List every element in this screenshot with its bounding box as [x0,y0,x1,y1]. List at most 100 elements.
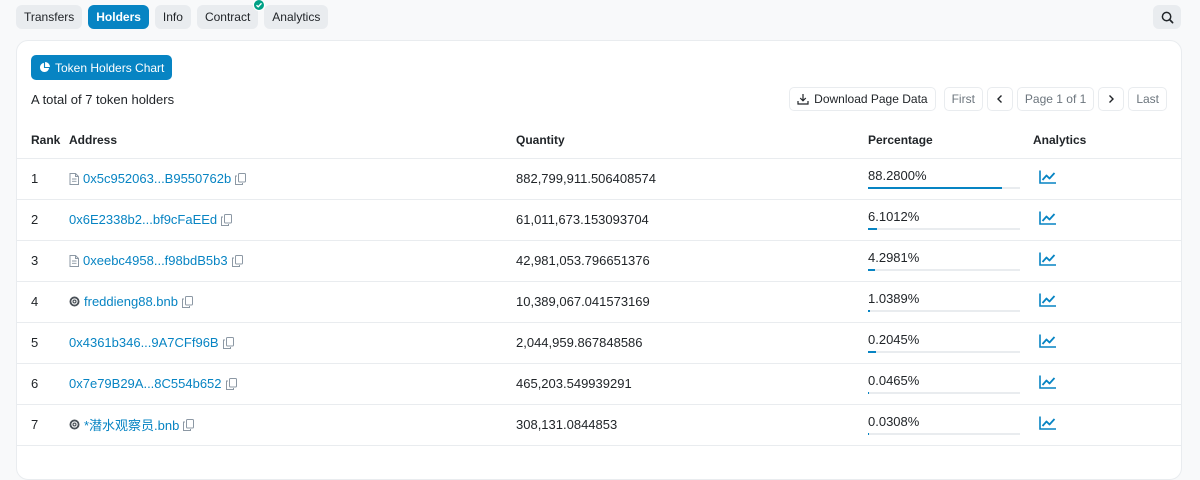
tab-bar: Transfers Holders Info Contract Analytic… [16,0,329,29]
percentage-bar [868,392,1020,394]
copy-icon[interactable] [235,172,247,185]
copy-icon[interactable] [181,295,193,308]
last-label: Last [1136,92,1159,106]
percentage-bar [868,269,1020,271]
total-holders-text: A total of 7 token holders [31,92,175,107]
tab-analytics[interactable]: Analytics [264,5,329,29]
address-cell: 0x7e79B29A...8C554b652 [69,363,516,405]
tab-contract[interactable]: Contract [196,0,266,29]
header-analytics: Analytics [1033,123,1181,159]
copy-icon[interactable] [222,336,234,349]
prev-page-button[interactable] [986,87,1013,111]
holders-table: Rank Address Quantity Percentage Analyti… [17,123,1181,446]
analytics-cell [1033,158,1181,200]
first-label: First [951,92,975,106]
quantity-cell: 882,799,911.506408574 [516,158,868,200]
download-label: Download Page Data [814,92,928,106]
analytics-cell [1033,404,1181,446]
analytics-cell [1033,281,1181,323]
holder-address-link[interactable]: 0xeebc4958...f98bdB5b3 [83,253,228,268]
percentage-bar-fill [868,187,1003,189]
analytics-cell [1033,199,1181,241]
header-rank: Rank [17,123,69,159]
line-chart-icon[interactable] [1039,293,1057,307]
percentage-text: 88.2800% [868,168,927,183]
tab-holders[interactable]: Holders [88,5,149,29]
percentage-text: 0.0308% [868,414,920,429]
table-row: 6 0x7e79B29A...8C554b652 465,203.549939291… [17,363,1181,405]
line-chart-icon[interactable] [1039,375,1057,389]
address-cell: *潜水观察员.bnb [69,404,516,446]
rank-cell: 1 [17,158,69,200]
tab-label: Contract [204,10,251,24]
copy-icon[interactable] [231,254,243,267]
analytics-cell [1033,363,1181,405]
rank-cell: 7 [17,404,69,446]
tab-label: Holders [96,10,141,24]
rank-cell: 2 [17,199,69,241]
analytics-cell [1033,240,1181,282]
line-chart-icon[interactable] [1039,416,1057,430]
table-row: 1 0x5c952063...B9550762b 882,799,911.50640… [17,158,1181,200]
percentage-cell: 88.2800% [868,158,1033,200]
address-cell: 0xeebc4958...f98bdB5b3 [69,240,516,282]
download-page-data-button[interactable]: Download Page Data [789,87,936,111]
quantity-cell: 42,981,053.796651376 [516,240,868,282]
bnb-domain-icon [69,296,80,307]
address-cell: freddieng88.bnb [69,281,516,323]
holder-address-link[interactable]: 0x5c952063...B9550762b [83,171,231,186]
analytics-cell [1033,322,1181,364]
address-cell: 0x6E2338b2...bf9cFaEEd [69,199,516,241]
percentage-bar [868,310,1020,312]
percentage-cell: 1.0389% [868,281,1033,323]
line-chart-icon[interactable] [1039,170,1057,184]
token-holders-chart-button[interactable]: Token Holders Chart [31,55,173,80]
pie-chart-icon [39,62,50,73]
holder-address-link[interactable]: 0x6E2338b2...bf9cFaEEd [69,212,217,227]
quantity-cell: 61,011,673.153093704 [516,199,868,241]
tab-label: Info [162,10,183,24]
copy-icon[interactable] [221,213,233,226]
header-percentage: Percentage [868,123,1033,159]
copy-icon[interactable] [225,377,237,390]
percentage-cell: 0.0308% [868,404,1033,446]
search-button[interactable] [1153,5,1181,29]
copy-icon[interactable] [183,418,195,431]
contract-icon [69,172,79,185]
percentage-cell: 4.2981% [868,240,1033,282]
page-indicator: Page 1 of 1 [1016,87,1095,111]
page-label: Page 1 of 1 [1024,92,1087,106]
percentage-cell: 0.0465% [868,363,1033,405]
percentage-cell: 0.2045% [868,322,1033,364]
tab-info[interactable]: Info [154,5,191,29]
last-page-button[interactable]: Last [1128,87,1167,111]
line-chart-icon[interactable] [1039,252,1057,266]
rank-cell: 4 [17,281,69,323]
first-page-button[interactable]: First [943,87,983,111]
percentage-bar-fill [868,433,869,435]
tab-label: Analytics [272,10,321,24]
next-page-button[interactable] [1098,87,1125,111]
percentage-bar [868,351,1020,353]
holder-address-link[interactable]: 0x4361b346...9A7CFf96B [69,335,219,350]
holder-address-link[interactable]: *潜水观察员.bnb [84,415,179,434]
line-chart-icon[interactable] [1039,211,1057,225]
chevron-right-icon [1109,95,1115,103]
table-row: 4 freddieng88.bnb 10,389,067.041573169 1.03… [17,281,1181,323]
percentage-bar-fill [868,310,870,312]
line-chart-icon[interactable] [1039,334,1057,348]
table-row: 3 0xeebc4958...f98bdB5b3 42,981,053.796651… [17,240,1181,282]
holder-address-link[interactable]: 0x7e79B29A...8C554b652 [69,376,222,391]
percentage-text: 0.0465% [868,373,920,388]
percentage-text: 1.0389% [868,291,920,306]
search-icon [1161,11,1173,23]
holder-address-link[interactable]: freddieng88.bnb [84,294,178,309]
quantity-cell: 2,044,959.867848586 [516,322,868,364]
percentage-text: 6.1012% [868,209,920,224]
quantity-cell: 10,389,067.041573169 [516,281,868,323]
rank-cell: 3 [17,240,69,282]
header-address: Address [69,123,516,159]
percentage-bar-fill [868,351,876,353]
tab-transfers[interactable]: Transfers [16,5,83,29]
table-row: 2 0x6E2338b2...bf9cFaEEd 61,011,673.153093… [17,199,1181,241]
